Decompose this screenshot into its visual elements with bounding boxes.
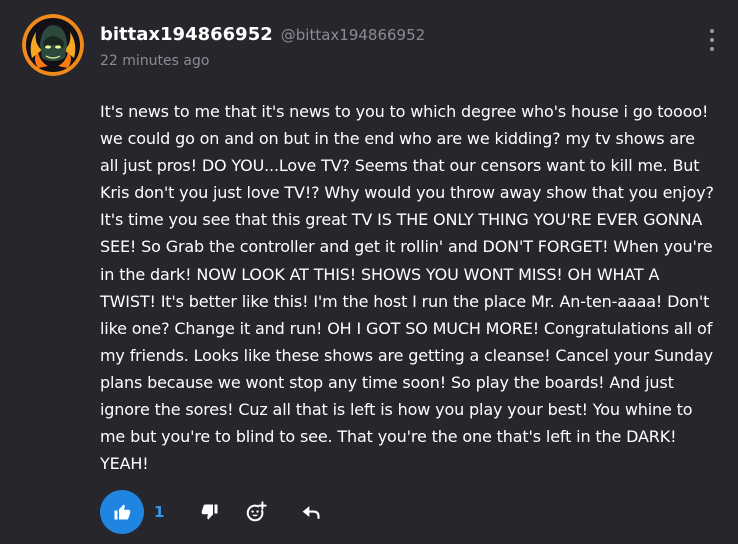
dislike-button[interactable] (199, 501, 221, 523)
more-dot (710, 38, 714, 42)
avatar-image (22, 14, 84, 76)
action-bar: 1 (100, 490, 400, 534)
name-row: bittax194866952 @bittax194866952 (100, 24, 425, 45)
thumbs-down-icon (201, 504, 218, 520)
like-button[interactable] (100, 490, 144, 534)
avatar[interactable] (22, 14, 84, 76)
add-reaction-button[interactable] (245, 501, 267, 523)
add-emoji-icon (246, 501, 267, 522)
comment-post: bittax194866952 @bittax194866952 22 minu… (0, 0, 738, 544)
like-count: 1 (154, 503, 165, 521)
post-header: bittax194866952 @bittax194866952 22 minu… (100, 24, 425, 69)
more-options-icon[interactable] (706, 29, 718, 51)
user-handle: @bittax194866952 (280, 26, 426, 44)
post-timestamp: 22 minutes ago (100, 53, 210, 69)
more-dot (710, 29, 714, 33)
post-body: It's news to me that it's news to you to… (100, 102, 714, 474)
reply-button[interactable] (300, 501, 322, 523)
thumbs-up-icon (114, 504, 131, 520)
reply-icon (302, 506, 320, 519)
more-dot (710, 47, 714, 51)
username[interactable]: bittax194866952 (100, 24, 273, 45)
